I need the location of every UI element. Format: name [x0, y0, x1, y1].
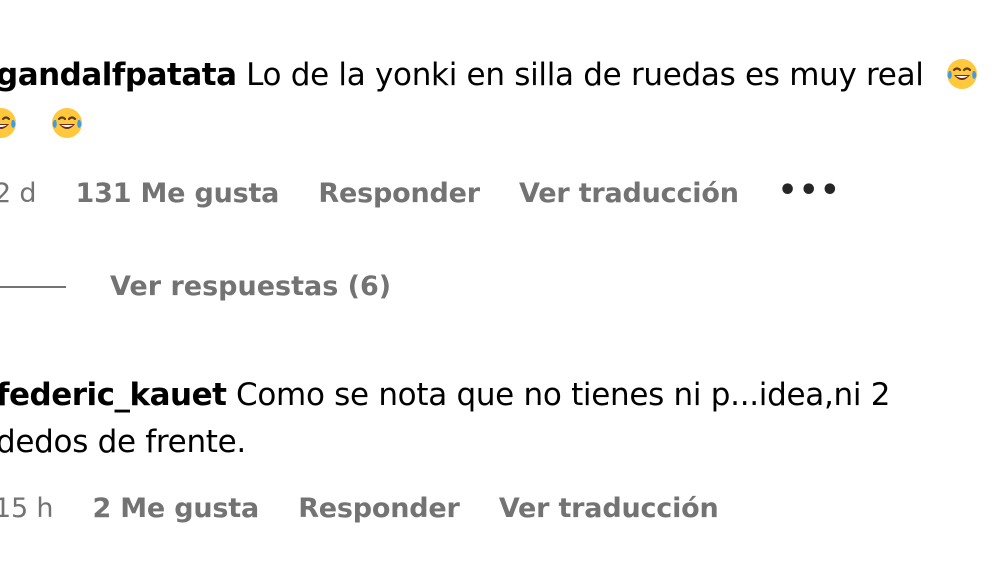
tears-of-joy-icon [945, 57, 979, 91]
comment-1-reply-button[interactable]: Responder [318, 177, 480, 211]
comment-2-reply-button[interactable]: Responder [298, 492, 460, 526]
comment-2-likes[interactable]: 2 Me gusta [92, 492, 259, 526]
comment-1-text: Lo de la yonki en silla de ruedas es muy… [246, 57, 924, 93]
comment-2-text-line1: Como se nota que no tienes ni p...idea,n… [236, 377, 891, 413]
more-options-icon[interactable]: ••• [778, 174, 842, 208]
tears-of-joy-icon [0, 106, 18, 140]
comment-1-body: gandalfpatata Lo de la yonki en silla de… [0, 55, 987, 95]
comment-1-meta: 2 d 131 Me gusta Responder Ver traducció… [0, 174, 871, 211]
comment-2-time: 15 h [0, 493, 54, 524]
view-replies-row[interactable]: Ver respuestas (6) [0, 270, 600, 304]
replies-divider [0, 286, 66, 288]
comment-2-username[interactable]: federic_kauet [0, 377, 227, 413]
comment-2-meta: 15 h 2 Me gusta Responder Ver traducción [0, 492, 749, 526]
comment-1-time: 2 d [0, 178, 37, 209]
comment-2-body: federic_kauet Como se nota que no tienes… [0, 375, 890, 415]
comment-2-body-line2: dedos de frente. [0, 422, 246, 462]
comment-1-emoji-row [0, 104, 92, 144]
comment-2-translate-button[interactable]: Ver traducción [499, 492, 719, 526]
comment-1-translate-button[interactable]: Ver traducción [519, 177, 739, 211]
tears-of-joy-icon [50, 106, 84, 140]
comment-1-likes[interactable]: 131 Me gusta [76, 177, 280, 211]
view-replies-button[interactable]: Ver respuestas (6) [110, 270, 391, 304]
comment-1-username[interactable]: gandalfpatata [0, 57, 237, 93]
comment-2-text-line2: dedos de frente. [0, 424, 246, 460]
